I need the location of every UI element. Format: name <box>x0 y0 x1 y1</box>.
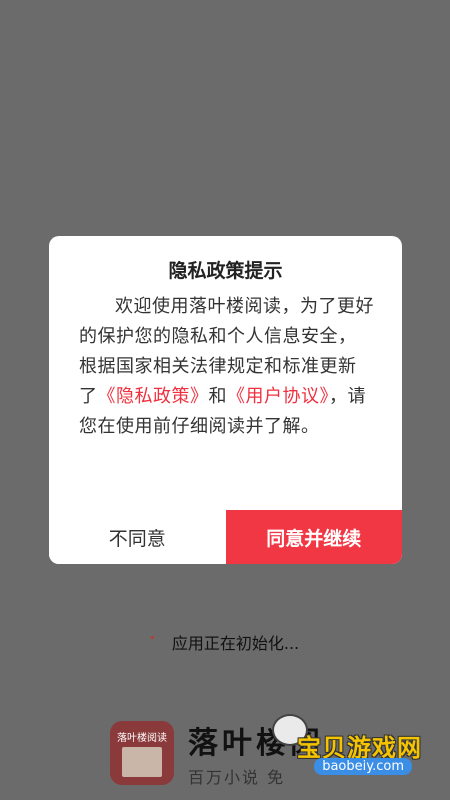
init-status: 应用正在初始化... <box>0 630 450 654</box>
watermark-url: baobeiy.com <box>314 758 412 775</box>
agree-continue-button[interactable]: 同意并继续 <box>225 510 402 564</box>
dialog-body: 欢迎使用落叶楼阅读，为了更好的保护您的隐私和个人信息安全，根据国家相关法律规定和… <box>79 292 374 442</box>
app-logo-text: 落叶楼阅读 <box>117 733 167 744</box>
body-and: 和 <box>208 386 227 407</box>
privacy-dialog: 隐私政策提示 欢迎使用落叶楼阅读，为了更好的保护您的隐私和个人信息安全，根据国家… <box>49 236 402 564</box>
init-status-text: 应用正在初始化... <box>171 634 300 653</box>
app-logo: 落叶楼阅读 <box>110 721 174 785</box>
dialog-button-row: 不同意 同意并继续 <box>49 510 402 564</box>
loading-spinner-icon <box>150 635 154 639</box>
user-agreement-link[interactable]: 《用户协议》 <box>227 386 329 407</box>
privacy-policy-link[interactable]: 《隐私政策》 <box>98 386 209 407</box>
watermark: 宝贝游戏网 baobeiy.com <box>262 714 422 780</box>
book-icon <box>122 747 162 777</box>
disagree-button[interactable]: 不同意 <box>49 510 226 564</box>
dialog-title: 隐私政策提示 <box>168 260 283 282</box>
splash-screen: 隐私政策提示 欢迎使用落叶楼阅读，为了更好的保护您的隐私和个人信息安全，根据国家… <box>0 0 450 800</box>
